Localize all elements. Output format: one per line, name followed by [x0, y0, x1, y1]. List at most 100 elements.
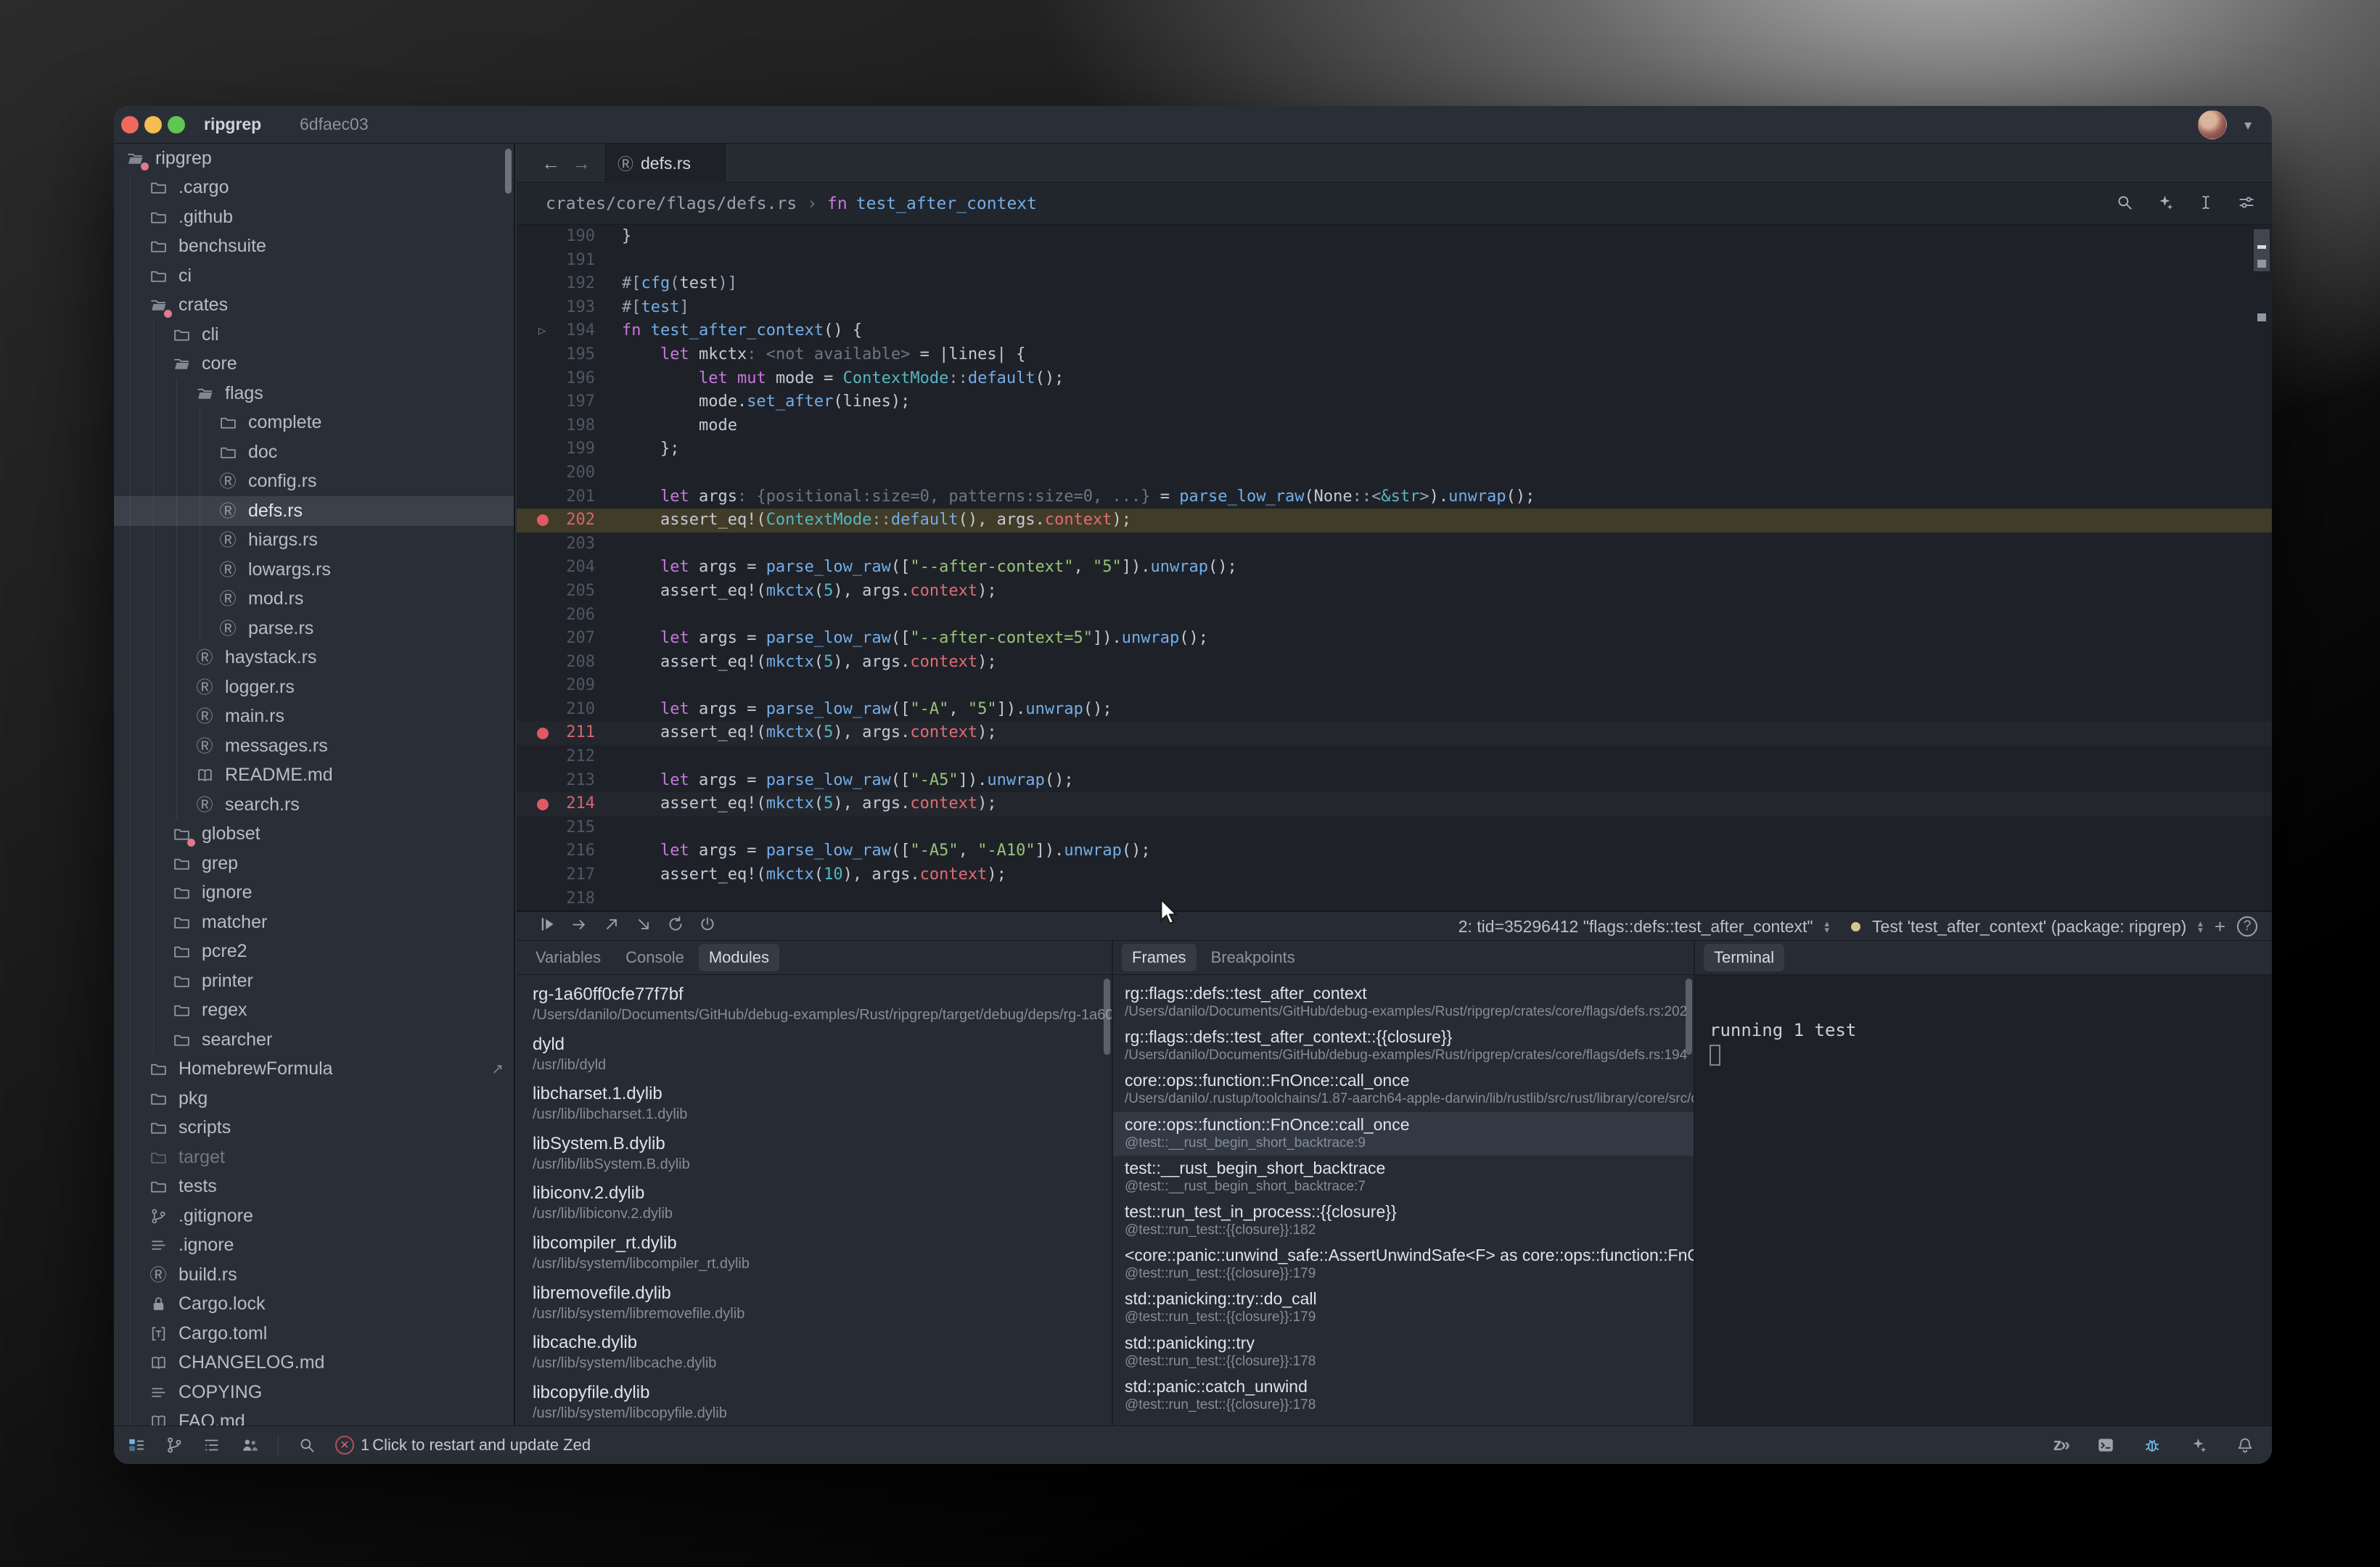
tree-item-haystack-rs[interactable]: Ⓡhaystack.rs [114, 643, 514, 673]
terminal-icon[interactable] [2096, 1436, 2115, 1455]
line-number[interactable]: 214 [517, 792, 595, 816]
code-line-190[interactable]: 190} [517, 225, 2272, 249]
line-number[interactable]: 202 [517, 509, 595, 532]
tree-item-matcher[interactable]: matcher [114, 908, 514, 937]
module-item[interactable]: dyld/usr/lib/dyld [517, 1031, 1112, 1081]
tree-item-config-rs[interactable]: Ⓡconfig.rs [114, 467, 514, 497]
code-line-192[interactable]: 192#[cfg(test)] [517, 272, 2272, 296]
continue-button[interactable] [538, 915, 557, 937]
line-number[interactable]: 212 [517, 745, 595, 769]
line-number[interactable]: 195 [517, 343, 595, 367]
code-line-195[interactable]: 195 let mkctx: <not available> = |lines|… [517, 343, 2272, 367]
search-icon[interactable] [298, 1436, 316, 1455]
zed-menu-icon[interactable]: z» [2053, 1435, 2069, 1455]
tree-item-build-rs[interactable]: Ⓡbuild.rs [114, 1260, 514, 1290]
step-out-button[interactable] [602, 915, 621, 937]
breadcrumb[interactable]: crates/core/flags/defs.rs › fn test_afte… [517, 183, 2272, 225]
breakpoint-icon[interactable] [537, 728, 549, 739]
code-line-215[interactable]: 215 [517, 816, 2272, 840]
frame-item[interactable]: rg::flags::defs::test_after_context::{{c… [1113, 1024, 1694, 1068]
breadcrumb-path[interactable]: crates/core/flags/defs.rs [546, 194, 797, 213]
breakpoint-icon[interactable] [537, 514, 549, 526]
tree-item--cargo[interactable]: .cargo [114, 173, 514, 203]
tree-item-pcre2[interactable]: pcre2 [114, 937, 514, 967]
session-selector[interactable]: 2: tid=35296412 "flags::defs::test_after… [1458, 917, 1813, 937]
code-line-203[interactable]: 203 [517, 532, 2272, 556]
tree-item-copying[interactable]: COPYING [114, 1378, 514, 1407]
tree-item-ripgrep[interactable]: ripgrep [114, 144, 514, 173]
tree-item-ignore[interactable]: ignore [114, 879, 514, 908]
line-number[interactable]: 215 [517, 816, 595, 840]
tree-item-cargo-toml[interactable]: Cargo.toml [114, 1319, 514, 1349]
frame-item[interactable]: core::ops::function::FnOnce::call_once@t… [1113, 1112, 1694, 1156]
frames-scrollbar[interactable] [1686, 979, 1692, 1055]
tree-item-scripts[interactable]: scripts [114, 1114, 514, 1143]
line-number[interactable]: 208 [517, 651, 595, 675]
line-number[interactable]: 192 [517, 272, 595, 296]
tree-item-regex[interactable]: regex [114, 996, 514, 1026]
line-number[interactable]: 190 [517, 225, 595, 249]
module-item[interactable]: rg-1a60ff0cfe77f7bf/Users/danilo/Documen… [517, 981, 1112, 1031]
tree-item-lowargs-rs[interactable]: Ⓡlowargs.rs [114, 555, 514, 585]
debugger-icon[interactable] [2143, 1436, 2162, 1455]
tree-item-benchsuite[interactable]: benchsuite [114, 232, 514, 262]
code-line-211[interactable]: 211 assert_eq!(mkctx(5), args.context); [517, 721, 2272, 745]
code-line-193[interactable]: 193#[test] [517, 296, 2272, 320]
tab-terminal[interactable]: Terminal [1704, 944, 1784, 971]
module-item[interactable]: libSystem.B.dylib/usr/lib/libSystem.B.dy… [517, 1130, 1112, 1180]
line-number[interactable]: 216 [517, 839, 595, 863]
line-number[interactable]: 205 [517, 580, 595, 604]
run-test-icon[interactable]: ▷ [538, 319, 546, 343]
frame-item[interactable]: std::panicking::try::do_call@test::run_t… [1113, 1286, 1694, 1330]
modules-tab-console[interactable]: Console [615, 944, 694, 971]
git-branch-icon[interactable] [165, 1436, 184, 1455]
line-number[interactable]: 204 [517, 556, 595, 580]
code-line-210[interactable]: 210 let args = parse_low_raw(["-A", "5"]… [517, 698, 2272, 722]
tree-item-doc[interactable]: doc [114, 437, 514, 467]
tab-defs-rs[interactable]: Ⓡ defs.rs [605, 144, 726, 183]
line-number[interactable]: 196 [517, 367, 595, 391]
modules-tab-modules[interactable]: Modules [699, 944, 779, 971]
line-number[interactable]: ▷194 [517, 319, 595, 343]
line-number[interactable]: 210 [517, 698, 595, 722]
session-selector-chevrons-icon[interactable]: ▴▾ [1825, 920, 1830, 933]
terminal-output[interactable]: running 1 test [1695, 975, 2272, 1426]
tree-item-changelog-md[interactable]: CHANGELOG.md [114, 1349, 514, 1378]
tree-item--gitignore[interactable]: .gitignore [114, 1201, 514, 1231]
code-line-213[interactable]: 213 let args = parse_low_raw(["-A5"]).un… [517, 769, 2272, 793]
line-number[interactable]: 211 [517, 721, 595, 745]
tree-item-defs-rs[interactable]: Ⓡdefs.rs [114, 496, 514, 526]
tree-item-tests[interactable]: tests [114, 1172, 514, 1202]
tree-item-faq-md[interactable]: FAQ.md [114, 1407, 514, 1426]
tree-item-pkg[interactable]: pkg [114, 1084, 514, 1114]
module-item[interactable]: libremovefile.dylib/usr/lib/system/libre… [517, 1280, 1112, 1330]
tree-item-ci[interactable]: ci [114, 261, 514, 291]
module-item[interactable]: libcompiler_rt.dylib/usr/lib/system/libc… [517, 1230, 1112, 1280]
outline-icon[interactable] [202, 1436, 221, 1455]
tree-item-grep[interactable]: grep [114, 849, 514, 879]
code-line-214[interactable]: 214 assert_eq!(mkctx(5), args.context); [517, 792, 2272, 816]
code-editor[interactable]: 190}191192#[cfg(test)]193#[test]▷194fn t… [517, 225, 2272, 910]
line-number[interactable]: 197 [517, 390, 595, 414]
update-message[interactable]: Click to restart and update Zed [372, 1436, 591, 1455]
tree-item--ignore[interactable]: .ignore [114, 1231, 514, 1261]
code-line-201[interactable]: 201 let args: {positional:size=0, patter… [517, 485, 2272, 509]
sidebar-scrollbar[interactable] [505, 149, 512, 194]
editor-controls-icon[interactable] [2237, 193, 2256, 215]
code-line-197[interactable]: 197 mode.set_after(lines); [517, 390, 2272, 414]
line-number[interactable]: 209 [517, 674, 595, 698]
code-line-199[interactable]: 199 }; [517, 437, 2272, 461]
code-line-218[interactable]: 218 [517, 887, 2272, 910]
frame-item[interactable]: rg::flags::defs::test_after_context/User… [1113, 981, 1694, 1024]
line-number[interactable]: 191 [517, 249, 595, 273]
code-line-196[interactable]: 196 let mut mode = ContextMode::default(… [517, 367, 2272, 391]
chevron-down-icon[interactable]: ▾ [2244, 116, 2252, 134]
frame-item[interactable]: std::panic::catch_unwind@test::run_test:… [1113, 1374, 1694, 1418]
tree-item-mod-rs[interactable]: Ⓡmod.rs [114, 585, 514, 614]
inline-assist-icon[interactable] [2156, 193, 2175, 215]
test-selector-chevrons-icon[interactable]: ▴▾ [2198, 920, 2203, 933]
line-number[interactable]: 200 [517, 461, 595, 485]
tree-item-readme-md[interactable]: README.md [114, 761, 514, 791]
diagnostics-indicator[interactable]: ✕1 [335, 1436, 369, 1455]
code-line-204[interactable]: 204 let args = parse_low_raw(["--after-c… [517, 556, 2272, 580]
